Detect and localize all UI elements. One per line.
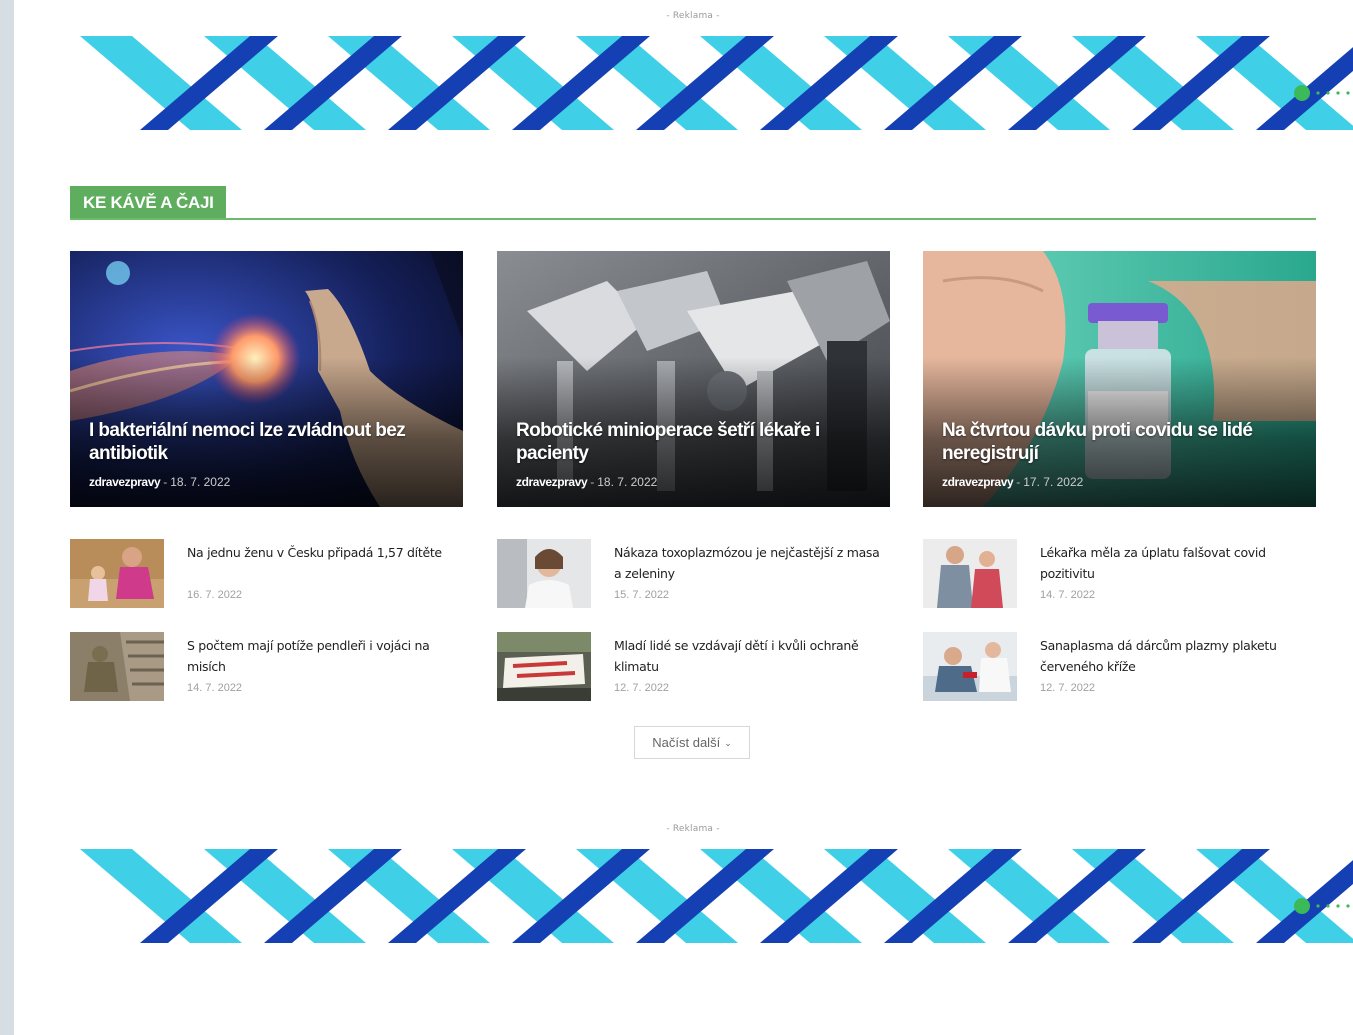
- featured-date: 18. 7. 2022: [597, 475, 658, 489]
- thumbnail-woman-portrait: [497, 539, 591, 608]
- featured-article-1[interactable]: I bakteriální nemoci lze zvládnout bez a…: [70, 251, 463, 507]
- item-date: 14. 7. 2022: [1040, 589, 1096, 601]
- item-date: 15. 7. 2022: [614, 589, 670, 601]
- section-divider: [70, 218, 1316, 220]
- list-item[interactable]: Lékařka měla za úplatu falšovat covid po…: [923, 539, 1316, 609]
- item-date: 12. 7. 2022: [614, 682, 670, 694]
- ad-banner-bottom[interactable]: [70, 843, 1353, 953]
- item-date: 12. 7. 2022: [1040, 682, 1096, 694]
- featured-title[interactable]: Robotické minioperace šetří lékaře i pac…: [516, 419, 870, 465]
- load-more-label: Načíst další: [652, 735, 721, 750]
- ad-label-bottom: - Reklama -: [666, 824, 720, 834]
- thumbnail-mother-child: [70, 539, 164, 608]
- thumbnail-plasma-donor: [923, 632, 1017, 701]
- featured-meta: zdravezpravy -17. 7. 2022: [942, 475, 1083, 489]
- ad-label-top: - Reklama -: [666, 11, 720, 21]
- item-title[interactable]: Na jednu ženu v Česku připadá 1,57 dítět…: [187, 542, 457, 563]
- item-title[interactable]: Sanaplasma dá dárcům plazmy plaketu červ…: [1040, 635, 1310, 677]
- item-title[interactable]: Lékařka měla za úplatu falšovat covid po…: [1040, 542, 1310, 584]
- load-more-button[interactable]: Načíst další ⌄: [634, 726, 750, 759]
- dna-helix-graphic: [80, 849, 1353, 943]
- thumbnail-climate-protest: [497, 632, 591, 701]
- item-title[interactable]: Nákaza toxoplazmózou je nejčastější z ma…: [614, 542, 884, 584]
- list-item[interactable]: Nákaza toxoplazmózou je nejčastější z ma…: [497, 539, 890, 609]
- item-date: 14. 7. 2022: [187, 682, 243, 694]
- section-title: Ke kávě a čaji: [70, 186, 226, 218]
- item-title[interactable]: Mladí lidé se vzdávají dětí i kvůli ochr…: [614, 635, 884, 677]
- meta-separator: -: [1016, 475, 1021, 489]
- list-item[interactable]: Na jednu ženu v Česku připadá 1,57 dítět…: [70, 539, 463, 609]
- featured-author[interactable]: zdravezpravy: [89, 475, 161, 489]
- dna-helix-graphic: [80, 36, 1353, 130]
- ad-banner-top[interactable]: [70, 30, 1353, 140]
- featured-date: 17. 7. 2022: [1023, 475, 1084, 489]
- list-item[interactable]: Mladí lidé se vzdávají dětí i kvůli ochr…: [497, 632, 890, 702]
- list-item[interactable]: S počtem mají potíže pendleři i vojáci n…: [70, 632, 463, 702]
- featured-meta: zdravezpravy -18. 7. 2022: [89, 475, 230, 489]
- left-rail: [0, 0, 14, 1035]
- featured-title[interactable]: Na čtvrtou dávku proti covidu se lidé ne…: [942, 419, 1296, 465]
- featured-author[interactable]: zdravezpravy: [516, 475, 588, 489]
- thumbnail-couple: [923, 539, 1017, 608]
- featured-title[interactable]: I bakteriální nemoci lze zvládnout bez a…: [89, 419, 443, 465]
- meta-separator: -: [590, 475, 595, 489]
- thumbnail-soldiers: [70, 632, 164, 701]
- section-header: Ke kávě a čaji: [70, 186, 1316, 220]
- featured-date: 18. 7. 2022: [170, 475, 231, 489]
- featured-meta: zdravezpravy -18. 7. 2022: [516, 475, 657, 489]
- meta-separator: -: [163, 475, 168, 489]
- featured-author[interactable]: zdravezpravy: [942, 475, 1014, 489]
- chevron-down-icon: ⌄: [724, 738, 732, 748]
- list-item[interactable]: Sanaplasma dá dárcům plazmy plaketu červ…: [923, 632, 1316, 702]
- item-date: 16. 7. 2022: [187, 589, 243, 601]
- featured-article-3[interactable]: Na čtvrtou dávku proti covidu se lidé ne…: [923, 251, 1316, 507]
- featured-article-2[interactable]: Robotické minioperace šetří lékaře i pac…: [497, 251, 890, 507]
- item-title[interactable]: S počtem mají potíže pendleři i vojáci n…: [187, 635, 457, 677]
